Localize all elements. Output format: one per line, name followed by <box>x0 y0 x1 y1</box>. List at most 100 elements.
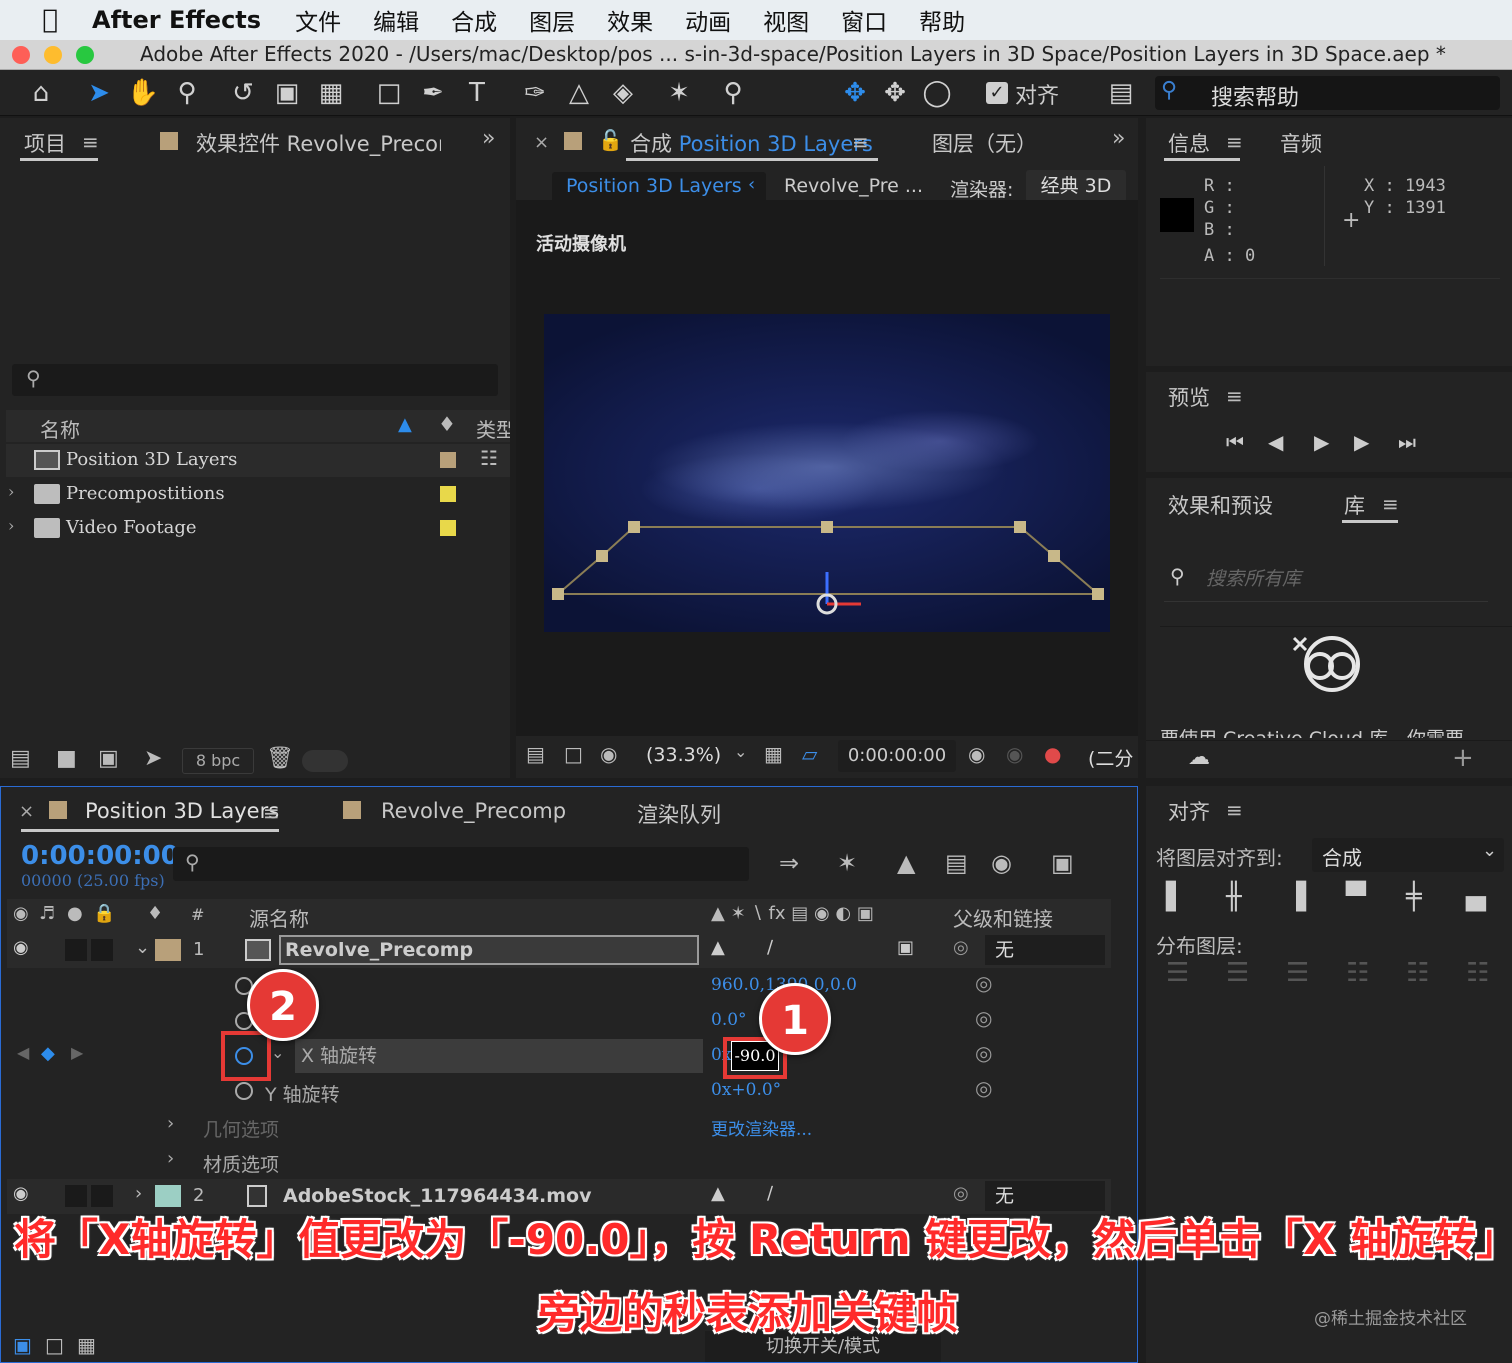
zoom-level[interactable]: (33.3%) <box>646 744 721 766</box>
brush-tool-icon[interactable]: ✑ <box>518 76 552 110</box>
snapshot-camera-icon[interactable]: ◉ <box>968 742 985 766</box>
new-composition-icon[interactable]: ▣ <box>98 746 119 771</box>
quality-switch-icon[interactable]: ∕ <box>767 937 773 958</box>
label-tag-icon[interactable]: ♦ <box>438 412 456 436</box>
name-column-label[interactable]: 名称 <box>40 414 80 443</box>
pan-behind-tool-icon[interactable]: ▦ <box>314 76 348 110</box>
first-frame-icon[interactable]: ⏮ <box>1226 430 1244 454</box>
pen-tool-icon[interactable]: ✒ <box>416 76 450 110</box>
draft-3d-icon[interactable]: ✶ <box>837 849 857 877</box>
tab-timeline-main[interactable]: Position 3D Layers <box>85 799 279 823</box>
library-search-input[interactable]: ⚲ 搜索所有库 <box>1164 556 1488 602</box>
label-tag-icon[interactable]: ♦ <box>147 903 163 924</box>
play-icon[interactable]: ▶ <box>1314 430 1329 454</box>
project-item-precompositions[interactable]: › Precompostitions <box>6 478 510 511</box>
snapping-checkbox[interactable]: ✓ <box>986 82 1008 104</box>
lock-icon[interactable]: 🔓 <box>598 128 623 152</box>
motion-blur-icon[interactable]: ◉ <box>991 849 1012 877</box>
menu-file[interactable]: 文件 <box>295 3 341 37</box>
align-horizontal-center-icon[interactable]: ╫ <box>1226 882 1242 912</box>
next-frame-icon[interactable]: ▶ <box>1354 430 1369 454</box>
menu-edit[interactable]: 编辑 <box>373 3 419 37</box>
3d-layer-switch-icon[interactable]: ▣ <box>897 937 914 958</box>
lock-box[interactable] <box>91 1185 113 1207</box>
clone-stamp-tool-icon[interactable]: △ <box>562 76 596 110</box>
preview-title[interactable]: 预览 <box>1168 382 1210 412</box>
eye-icon[interactable]: ◉ <box>13 937 29 958</box>
puppet-pin-tool-icon[interactable]: ⚲ <box>716 76 750 110</box>
previous-frame-icon[interactable]: ◀ <box>1268 430 1283 454</box>
distribute-vertical-center-icon[interactable]: ☰ <box>1226 958 1249 988</box>
rotate-tool-icon[interactable]: ↺ <box>226 76 260 110</box>
layer-switches-icon[interactable]: ▣ <box>13 1333 32 1357</box>
align-title[interactable]: 对齐 <box>1168 796 1210 826</box>
show-snapshot-icon[interactable]: ◉ <box>1006 742 1023 766</box>
last-frame-icon[interactable]: ⏭ <box>1398 430 1416 454</box>
eye-icon[interactable]: ◉ <box>13 1183 29 1204</box>
video-toggle-icon[interactable]: ◉ <box>13 903 29 924</box>
camera-tool-icon[interactable]: ▣ <box>270 76 304 110</box>
pickwhip-icon[interactable]: ◎ <box>975 1076 992 1100</box>
distribute-top-icon[interactable]: ☰ <box>1166 958 1189 988</box>
tab-effects-presets[interactable]: 效果和预设 <box>1168 490 1273 520</box>
expand-chevron-icon[interactable]: › <box>167 1148 174 1169</box>
align-top-icon[interactable]: ▀ <box>1346 882 1366 912</box>
monitor-icon[interactable]: □ <box>564 742 583 766</box>
current-time[interactable]: 0:00:00:00 <box>838 740 956 772</box>
layer-bounding-box[interactable] <box>516 200 1138 736</box>
tab-composition[interactable]: 合成 Position 3D Layers <box>630 128 873 158</box>
flowchart-icon[interactable]: ☷ <box>480 446 498 470</box>
expand-chevron-icon[interactable]: › <box>8 482 14 501</box>
composition-menu-icon[interactable]: ≡ <box>852 130 869 154</box>
menu-composition[interactable]: 合成 <box>451 3 497 37</box>
workspace-icon[interactable]: ▤ <box>1104 76 1138 110</box>
cloud-sync-icon[interactable]: ☁ <box>1188 745 1210 770</box>
timeline-current-time[interactable]: 0:00:00:00 <box>21 841 179 871</box>
selection-tool-icon[interactable]: ➤ <box>82 76 116 110</box>
world-axis-icon[interactable]: ✥ <box>878 76 912 110</box>
close-tab-icon[interactable]: × <box>534 132 549 153</box>
adjust-settings-icon[interactable]: ➤ <box>144 746 162 771</box>
menu-animation[interactable]: 动画 <box>685 3 731 37</box>
next-keyframe-icon[interactable]: ▶ <box>71 1043 83 1062</box>
distribute-bottom-icon[interactable]: ☰ <box>1286 958 1309 988</box>
renderer-dropdown[interactable]: 经典 3D <box>1026 170 1126 202</box>
app-menu[interactable]: After Effects <box>92 6 261 34</box>
view-axis-icon[interactable]: ◯ <box>920 76 954 110</box>
minimize-window-button[interactable] <box>44 46 62 64</box>
pickwhip-icon[interactable]: ◎ <box>975 971 992 995</box>
align-menu-icon[interactable]: ≡ <box>1226 798 1243 822</box>
in-out-icon[interactable]: ▦ <box>77 1333 96 1357</box>
tab-render-queue[interactable]: 渲染队列 <box>637 799 721 829</box>
timeline-search-input[interactable]: ⚲ <box>173 847 749 881</box>
transfer-controls-icon[interactable]: □ <box>45 1333 64 1357</box>
distribute-right-icon[interactable]: ☷ <box>1466 958 1489 988</box>
panel-overflow-icon[interactable]: » <box>1112 126 1125 151</box>
change-renderer-link[interactable]: 更改渲染器... <box>711 1115 812 1140</box>
tab-layer[interactable]: 图层（无） <box>932 128 1037 158</box>
tab-libraries[interactable]: 库 <box>1344 490 1365 520</box>
property-group-geometry[interactable]: › 几何选项 更改渲染器... <box>7 1109 1111 1144</box>
layer-name[interactable]: AdobeStock_117964434.mov <box>283 1185 592 1207</box>
shy-switch-icon[interactable]: ▲ <box>711 1183 725 1204</box>
layer-label-swatch[interactable] <box>155 1185 181 1207</box>
rectangle-tool-icon[interactable]: □ <box>372 76 406 110</box>
project-thumbnail-toggle[interactable] <box>302 750 348 772</box>
stopwatch-icon[interactable] <box>235 1082 253 1100</box>
lock-icon[interactable]: 🔒 <box>93 903 115 924</box>
shy-layers-icon[interactable]: ▲ <box>897 849 915 877</box>
resolution-dropdown[interactable]: (二分 <box>1088 744 1138 771</box>
transparency-grid-icon[interactable]: ▱ <box>802 742 817 766</box>
trash-icon[interactable]: 🗑 <box>266 746 294 771</box>
graph-editor-icon[interactable]: ▣ <box>1051 849 1074 877</box>
x-rotation-label[interactable]: X 轴旋转 <box>295 1039 703 1073</box>
previous-keyframe-icon[interactable]: ◀ <box>17 1043 29 1062</box>
shy-switch-icon[interactable]: ▲ <box>711 937 725 958</box>
lock-box[interactable] <box>91 939 113 961</box>
tab-effect-controls[interactable]: 效果控件 Revolve_Precomp <box>196 128 441 158</box>
layer-row-1[interactable]: ◉ ⌄ 1 Revolve_Precomp ▲ ∕ ▣ ◎ 无 <box>7 933 1111 968</box>
tab-audio[interactable]: 音频 <box>1280 128 1322 158</box>
library-menu-icon[interactable]: ≡ <box>1382 492 1399 516</box>
mask-visibility-icon[interactable]: ◉ <box>600 742 617 766</box>
menu-view[interactable]: 视图 <box>763 3 809 37</box>
